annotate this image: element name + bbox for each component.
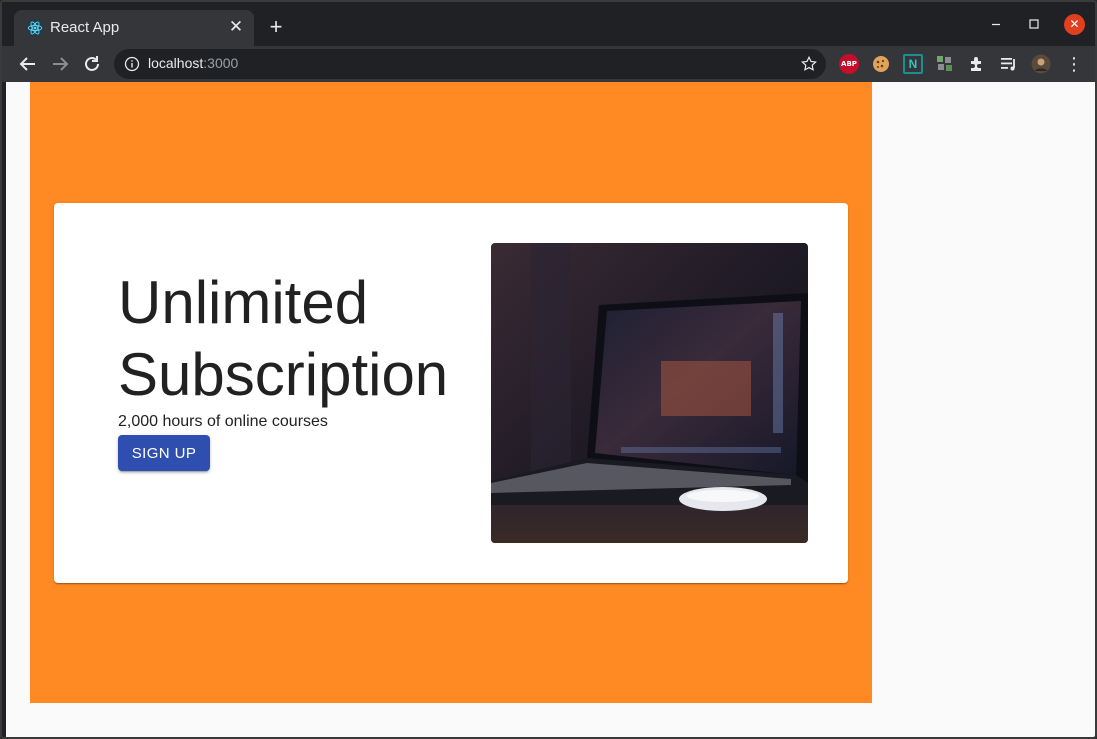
url-host: localhost — [148, 55, 204, 71]
laptop-photo — [491, 243, 808, 543]
subscription-card: Unlimited Subscription 2,000 hours of on… — [54, 203, 848, 583]
back-arrow-icon[interactable] — [15, 51, 41, 77]
window-close-icon[interactable]: ✕ — [1064, 14, 1085, 35]
cookie-extension-icon[interactable] — [871, 54, 891, 74]
subtitle: 2,000 hours of online courses — [118, 413, 328, 430]
browser-toolbar: localhost:3000 ABP N ⋮ — [2, 46, 1095, 82]
n-extension-icon[interactable]: N — [903, 54, 923, 74]
tab-close-icon[interactable]: ✕ — [226, 17, 246, 37]
page-viewport: Unlimited Subscription 2,000 hours of on… — [6, 82, 1095, 737]
tab-react-app[interactable]: React App ✕ — [14, 10, 254, 46]
more-menu-icon[interactable]: ⋮ — [1065, 54, 1083, 74]
browser-window: React App ✕ + ✕ localhost:3000 ABP N ⋮ U… — [0, 0, 1097, 739]
extensions-puzzle-icon[interactable] — [967, 54, 987, 74]
adblock-extension-icon[interactable]: ABP — [839, 54, 859, 74]
headline: Unlimited Subscription — [118, 269, 449, 408]
react-logo-icon — [26, 19, 44, 37]
minimize-icon[interactable] — [986, 14, 1006, 34]
url-text: localhost:3000 — [148, 55, 238, 71]
tab-strip: React App ✕ + ✕ — [2, 2, 1095, 46]
media-playlist-icon[interactable] — [999, 54, 1019, 74]
tab-title: React App — [50, 19, 120, 36]
bookmark-star-icon[interactable] — [800, 55, 818, 73]
profile-avatar-icon[interactable] — [1031, 54, 1051, 74]
maximize-icon[interactable] — [1024, 14, 1044, 34]
url-port: :3000 — [203, 55, 239, 71]
reload-icon[interactable] — [79, 51, 105, 77]
new-tab-button[interactable]: + — [264, 16, 288, 40]
address-bar[interactable]: localhost:3000 — [114, 49, 826, 79]
info-icon[interactable] — [124, 56, 140, 72]
forward-arrow-icon[interactable] — [47, 51, 73, 77]
grid-extension-icon[interactable] — [935, 54, 955, 74]
hero-section: Unlimited Subscription 2,000 hours of on… — [30, 82, 872, 703]
sign-up-button[interactable]: SIGN UP — [118, 435, 210, 471]
